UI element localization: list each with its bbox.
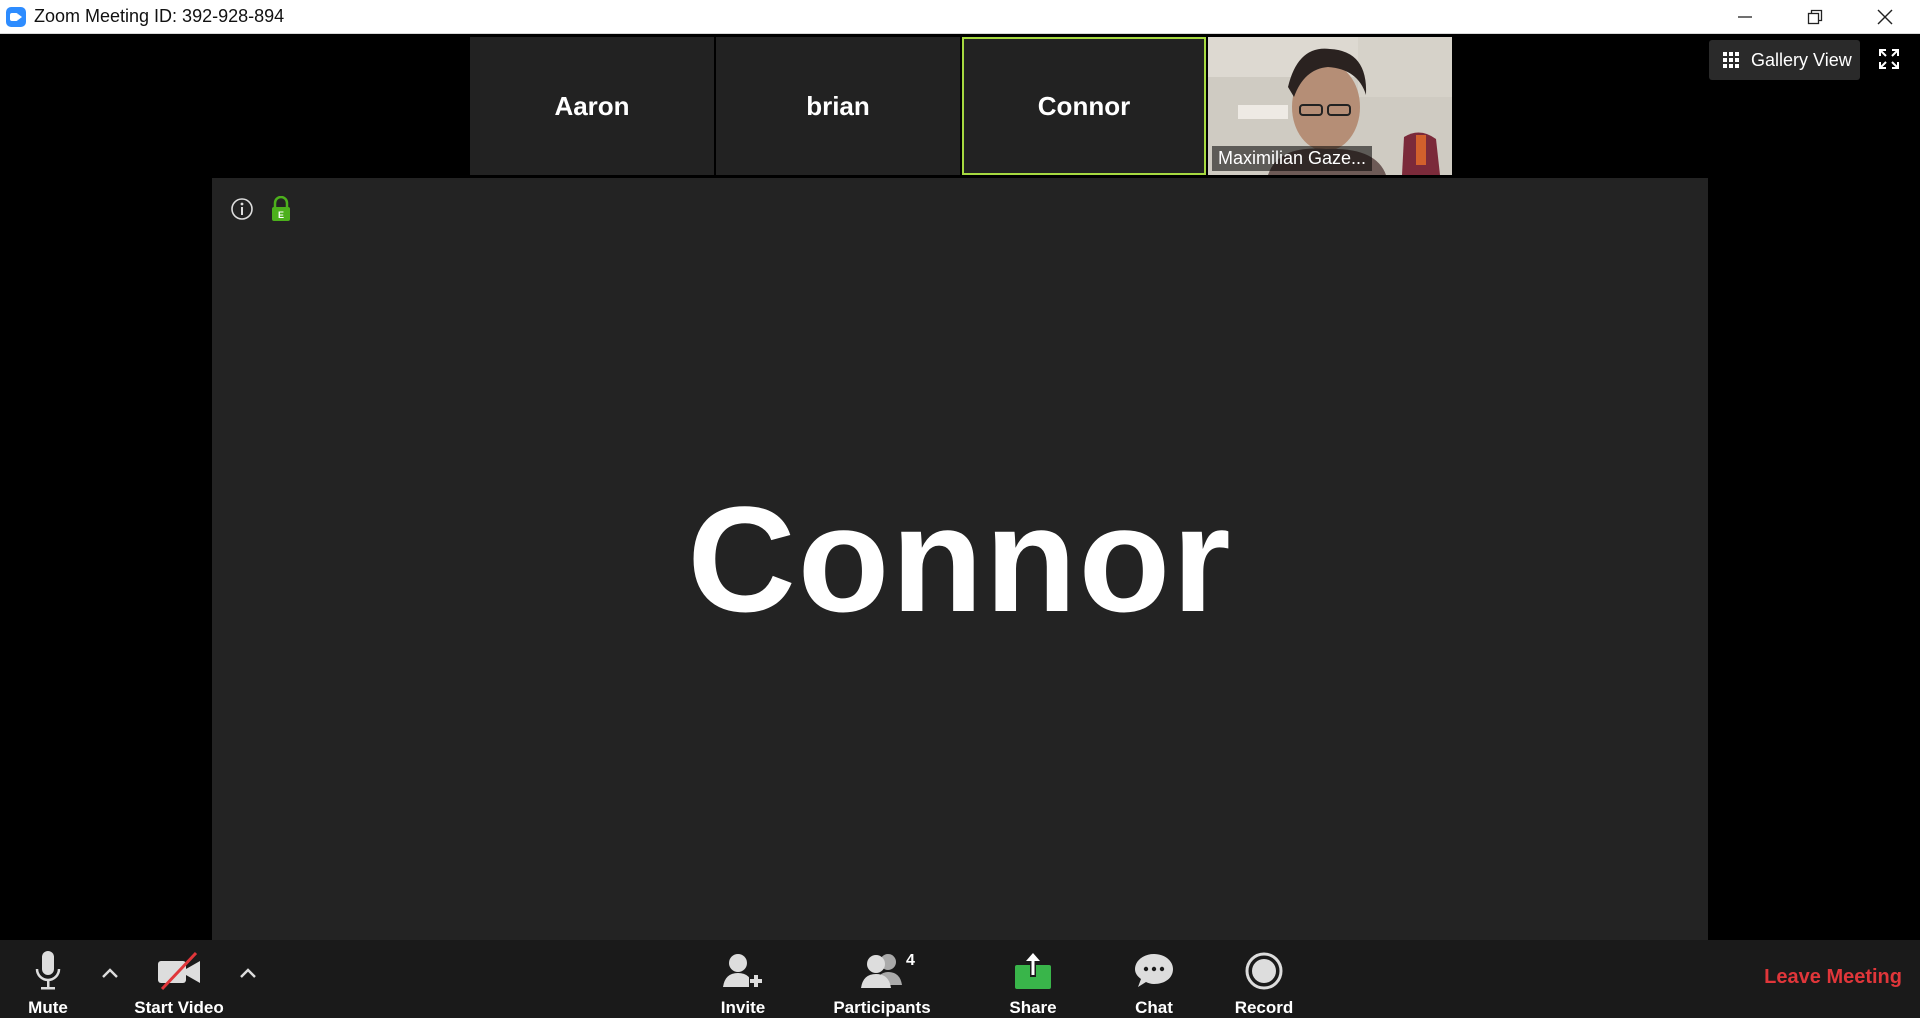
fullscreen-icon[interactable]: [1878, 48, 1900, 70]
audio-options-chevron-icon[interactable]: [100, 966, 120, 980]
gallery-view-button[interactable]: Gallery View: [1709, 40, 1860, 80]
participant-tile-connor[interactable]: Connor: [962, 37, 1206, 175]
minimize-button[interactable]: [1710, 0, 1780, 34]
meeting-toolbar: Mute Start Video Invite Participants 4 S…: [0, 940, 1920, 1018]
video-off-icon: [158, 951, 200, 991]
record-label: Record: [1234, 998, 1294, 1017]
window-controls: [1710, 0, 1920, 34]
minimize-icon: [1738, 16, 1752, 18]
restore-icon: [1807, 9, 1823, 25]
record-button[interactable]: Record: [1234, 948, 1294, 1018]
restore-button[interactable]: [1780, 0, 1850, 34]
chat-button[interactable]: Chat: [1132, 948, 1176, 1018]
leave-meeting-button[interactable]: Leave Meeting: [1764, 966, 1902, 989]
add-user-icon: [723, 954, 763, 987]
start-video-button[interactable]: Start Video: [130, 948, 228, 1018]
video-options-chevron-icon[interactable]: [238, 966, 258, 980]
share-label: Share: [1009, 998, 1057, 1017]
share-screen-icon: [1015, 951, 1051, 989]
participants-label: Participants: [833, 998, 931, 1017]
invite-label: Invite: [720, 998, 766, 1017]
start-video-label: Start Video: [134, 998, 224, 1017]
mute-label: Mute: [28, 998, 68, 1017]
zoom-app-icon: [6, 6, 26, 27]
participants-icon: [861, 954, 902, 988]
chat-bubble-icon: [1135, 954, 1173, 987]
window-title: Zoom Meeting ID: 392-928-894: [34, 6, 285, 26]
record-icon: [1245, 952, 1283, 990]
invite-button[interactable]: Invite: [716, 948, 770, 1018]
close-icon: [1877, 9, 1893, 25]
mute-button[interactable]: Mute: [22, 948, 74, 1018]
title-bar: Zoom Meeting ID: 392-928-894: [0, 0, 1920, 34]
active-speaker-name: Connor: [687, 474, 1233, 643]
gallery-view-label: Gallery View: [1751, 49, 1852, 70]
share-button[interactable]: Share: [1008, 948, 1058, 1018]
participant-name: Connor: [1037, 90, 1131, 121]
participants-button[interactable]: Participants: [832, 948, 932, 1018]
microphone-icon: [35, 951, 61, 990]
participant-name: brian: [806, 90, 870, 121]
chat-label: Chat: [1135, 998, 1173, 1017]
participant-strip: Aaron brian Connor Maximilian Gaze...: [470, 37, 1454, 177]
participants-count-badge: 4: [906, 952, 915, 969]
active-speaker-stage: E Connor: [212, 178, 1708, 940]
participant-name: Maximilian Gaze...: [1212, 146, 1373, 171]
participant-tile-brian[interactable]: brian: [716, 37, 960, 175]
participant-tile-maximilian[interactable]: Maximilian Gaze...: [1208, 37, 1452, 175]
close-button[interactable]: [1850, 0, 1920, 34]
participant-tile-aaron[interactable]: Aaron: [470, 37, 714, 175]
grid-icon: [1723, 52, 1739, 68]
participant-name: Aaron: [554, 90, 630, 121]
